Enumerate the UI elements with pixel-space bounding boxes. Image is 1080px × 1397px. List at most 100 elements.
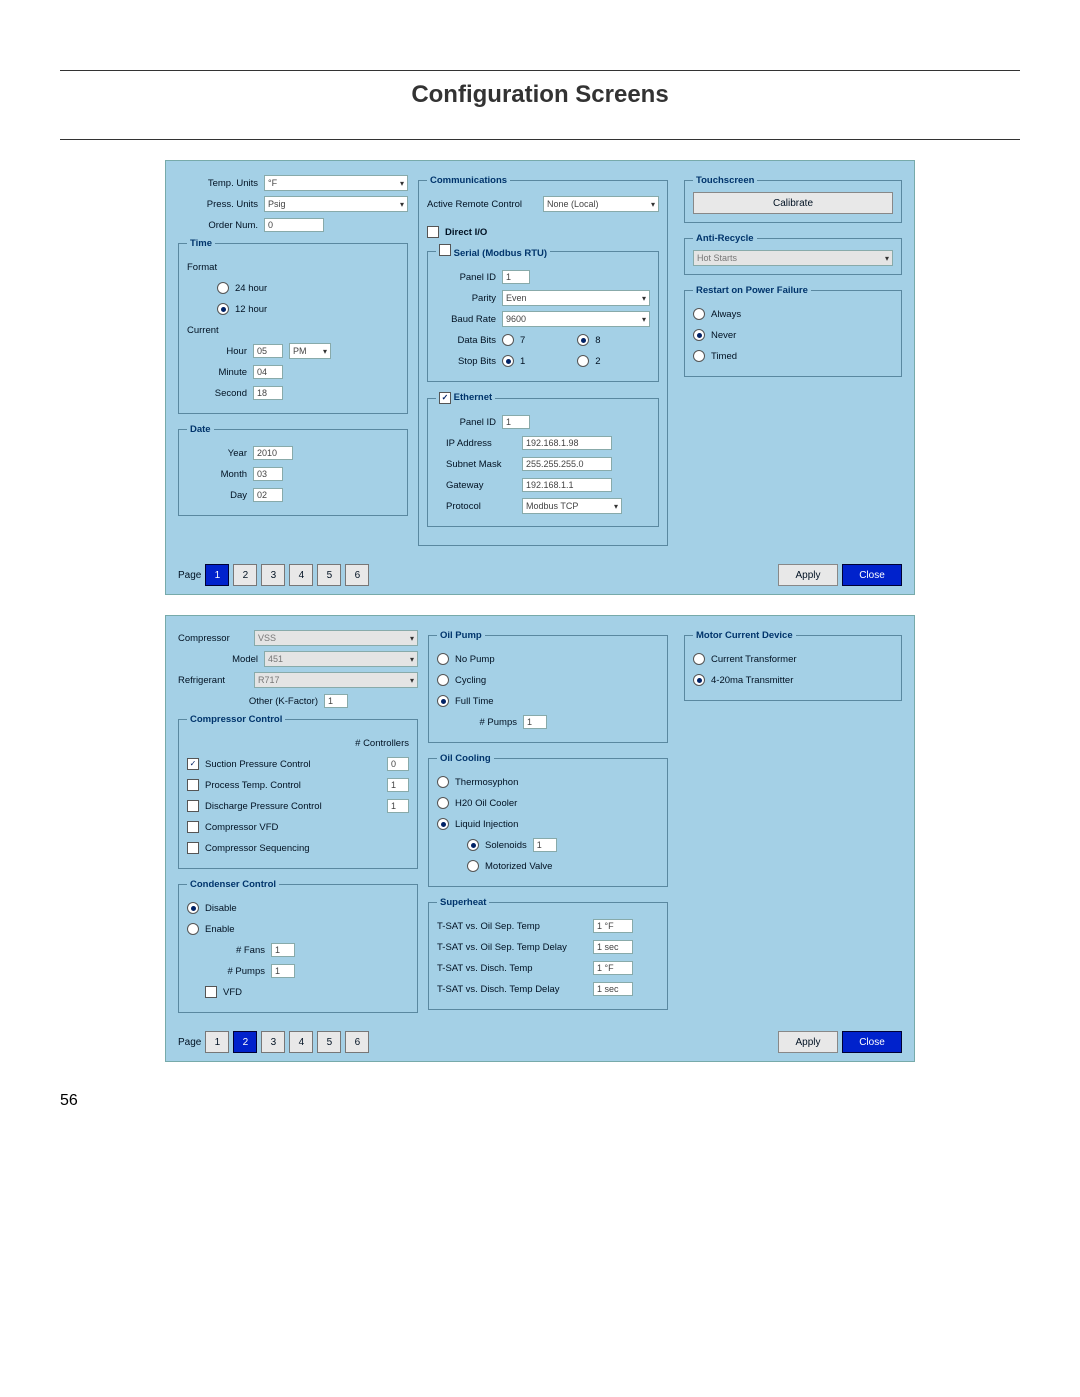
radio-12hr[interactable] — [217, 303, 229, 315]
sh1-field[interactable]: 1 °F — [593, 919, 633, 933]
radio-always[interactable] — [693, 308, 705, 320]
numctrl-label: # Controllers — [355, 738, 409, 749]
solenoids-field[interactable]: 1 — [533, 838, 557, 852]
compressor-select[interactable]: VSS▾ — [254, 630, 418, 646]
close-button[interactable]: Close — [842, 1031, 902, 1053]
baud-select[interactable]: 9600▾ — [502, 311, 650, 327]
protocol-select[interactable]: Modbus TCP▾ — [522, 498, 622, 514]
order-num-label: Order Num. — [178, 220, 258, 231]
condenser-control-group: Condenser Control Disable Enable # Fans1… — [178, 879, 418, 1013]
hour-field[interactable]: 05 — [253, 344, 283, 358]
serial-checkbox[interactable] — [439, 244, 451, 256]
spc-field[interactable]: 0 — [387, 757, 409, 771]
page-button-4[interactable]: 4 — [289, 1031, 313, 1053]
sh4-field[interactable]: 1 sec — [593, 982, 633, 996]
gateway-field[interactable]: 192.168.1.1 — [522, 478, 612, 492]
radio-24hr[interactable] — [217, 282, 229, 294]
page-button-6[interactable]: 6 — [345, 564, 369, 586]
page-button-1[interactable]: 1 — [205, 564, 229, 586]
model-label: Model — [178, 654, 258, 665]
day-field[interactable]: 02 — [253, 488, 283, 502]
parity-select[interactable]: Even▾ — [502, 290, 650, 306]
radio-stopbits-2[interactable] — [577, 355, 589, 367]
page-button-5[interactable]: 5 — [317, 564, 341, 586]
page-button-3[interactable]: 3 — [261, 1031, 285, 1053]
panel-id-field[interactable]: 1 — [502, 270, 530, 284]
dpc-field[interactable]: 1 — [387, 799, 409, 813]
subnet-field[interactable]: 255.255.255.0 — [522, 457, 612, 471]
radio-never[interactable] — [693, 329, 705, 341]
radio-thermo[interactable] — [437, 776, 449, 788]
ptc-checkbox[interactable] — [187, 779, 199, 791]
direct-io-checkbox[interactable] — [427, 226, 439, 238]
fans-label: # Fans — [205, 945, 265, 956]
temp-units-select[interactable]: °F▾ — [264, 175, 408, 191]
dpc-checkbox[interactable] — [187, 800, 199, 812]
year-label: Year — [187, 448, 247, 459]
page-button-2[interactable]: 2 — [233, 1031, 257, 1053]
anti-recycle-select[interactable]: Hot Starts▾ — [693, 250, 893, 266]
radio-never-label: Never — [711, 330, 736, 341]
pumps2-field[interactable]: 1 — [523, 715, 547, 729]
spc-checkbox[interactable] — [187, 758, 199, 770]
radio-timed[interactable] — [693, 350, 705, 362]
arc-select[interactable]: None (Local)▾ — [543, 196, 659, 212]
arc-label: Active Remote Control — [427, 199, 537, 210]
touchscreen-legend: Touchscreen — [693, 175, 757, 186]
radio-24hr-label: 24 hour — [235, 283, 267, 294]
radio-solenoids[interactable] — [467, 839, 479, 851]
radio-databits-7[interactable] — [502, 334, 514, 346]
model-select[interactable]: 451▾ — [264, 651, 418, 667]
pumps-field[interactable]: 1 — [271, 964, 295, 978]
press-units-select[interactable]: Psig▾ — [264, 196, 408, 212]
ethernet-checkbox[interactable] — [439, 392, 451, 404]
apply-button[interactable]: Apply — [778, 564, 838, 586]
order-num-field[interactable]: 0 — [264, 218, 324, 232]
radio-ct[interactable] — [693, 653, 705, 665]
compressor-label: Compressor — [178, 633, 248, 644]
page-button-4[interactable]: 4 — [289, 564, 313, 586]
radio-stopbits-1[interactable] — [502, 355, 514, 367]
page-button-2[interactable]: 2 — [233, 564, 257, 586]
page-button-6[interactable]: 6 — [345, 1031, 369, 1053]
sh2-field[interactable]: 1 sec — [593, 940, 633, 954]
radio-cycling[interactable] — [437, 674, 449, 686]
seq-checkbox[interactable] — [187, 842, 199, 854]
year-field[interactable]: 2010 — [253, 446, 293, 460]
radio-nopump[interactable] — [437, 653, 449, 665]
fans-field[interactable]: 1 — [271, 943, 295, 957]
protocol-label: Protocol — [436, 501, 516, 512]
radio-liquid[interactable] — [437, 818, 449, 830]
sh3-field[interactable]: 1 °F — [593, 961, 633, 975]
radio-databits-8[interactable] — [577, 334, 589, 346]
radio-420[interactable] — [693, 674, 705, 686]
calibrate-button[interactable]: Calibrate — [693, 192, 893, 214]
second-field[interactable]: 18 — [253, 386, 283, 400]
ampm-select[interactable]: PM▾ — [289, 343, 331, 359]
current-label: Current — [187, 325, 247, 336]
page-button-5[interactable]: 5 — [317, 1031, 341, 1053]
vfd-checkbox[interactable] — [187, 821, 199, 833]
page-button-1[interactable]: 1 — [205, 1031, 229, 1053]
page-button-3[interactable]: 3 — [261, 564, 285, 586]
radio-motorized[interactable] — [467, 860, 479, 872]
radio-disable[interactable] — [187, 902, 199, 914]
page-label: Page — [178, 570, 201, 581]
eth-panel-id-field[interactable]: 1 — [502, 415, 530, 429]
ip-field[interactable]: 192.168.1.98 — [522, 436, 612, 450]
other-kfactor-field[interactable]: 1 — [324, 694, 348, 708]
close-button[interactable]: Close — [842, 564, 902, 586]
apply-button[interactable]: Apply — [778, 1031, 838, 1053]
minute-field[interactable]: 04 — [253, 365, 283, 379]
ptc-label: Process Temp. Control — [205, 780, 381, 791]
radio-enable[interactable] — [187, 923, 199, 935]
ptc-field[interactable]: 1 — [387, 778, 409, 792]
cond-vfd-checkbox[interactable] — [205, 986, 217, 998]
radio-h2o[interactable] — [437, 797, 449, 809]
touchscreen-group: Touchscreen Calibrate — [684, 175, 902, 223]
radio-disable-label: Disable — [205, 903, 237, 914]
radio-fulltime[interactable] — [437, 695, 449, 707]
refrigerant-select[interactable]: R717▾ — [254, 672, 418, 688]
month-field[interactable]: 03 — [253, 467, 283, 481]
page-label: Page — [178, 1037, 201, 1048]
